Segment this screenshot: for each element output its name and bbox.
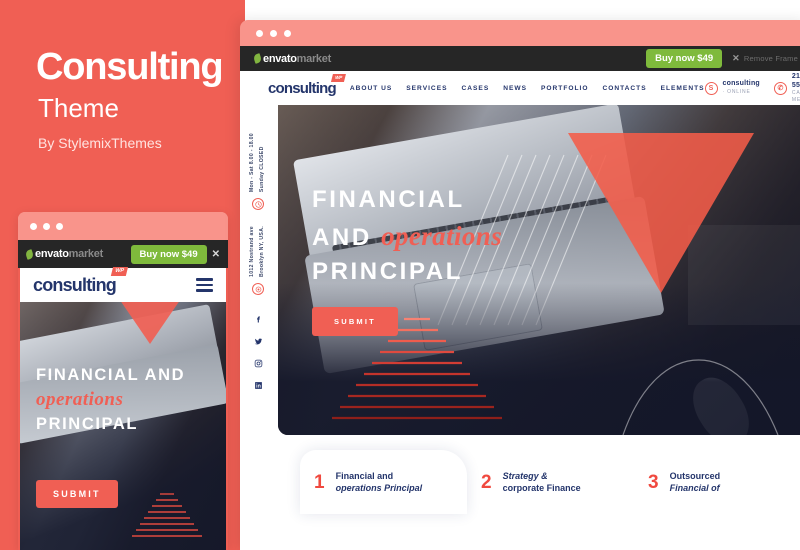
window-dot-icon	[284, 29, 291, 37]
business-hours: Mon - Sat 8.00 - 18.00 Sunday CLOSED	[249, 133, 265, 193]
menu-item-news[interactable]: NEWS	[503, 85, 527, 92]
envato-leaf-icon	[252, 53, 263, 64]
page-title: Consulting	[36, 46, 224, 88]
remove-frame-label: Remove Frame	[743, 54, 798, 63]
window-dot-icon	[43, 222, 50, 230]
card-line-2: operations Principal	[335, 483, 423, 493]
service-card[interactable]: 2 Strategy & corporate Finance	[467, 450, 634, 514]
hero-section: FINANCIAL AND operations PRINCIPAL SUBMI…	[278, 105, 800, 435]
clock-icon	[252, 198, 264, 211]
linkedin-icon[interactable]	[254, 381, 263, 390]
mobile-titlebar	[18, 212, 228, 240]
site-logo[interactable]: consulting WP	[268, 73, 346, 97]
hamburger-icon[interactable]	[196, 278, 213, 292]
hero-line-3: PRINCIPAL	[312, 258, 463, 286]
submit-button[interactable]: SUBMIT	[312, 307, 398, 336]
phone-caption: CALL OR MESSAGE	[791, 90, 800, 103]
site-logo[interactable]: consulting WP	[33, 267, 129, 295]
author-credit: By StylemixThemes	[38, 135, 162, 151]
envato-leaf-icon	[24, 248, 35, 260]
menu-item-about-us[interactable]: ABOUT US	[350, 85, 392, 92]
phone-number: 212 386 5575	[791, 72, 800, 89]
window-dot-icon	[30, 222, 37, 230]
service-card[interactable]: 1 Financial and operations Principal	[300, 450, 467, 514]
envato-logo-part1: envato	[35, 248, 69, 260]
hero-line-2-plain: AND	[312, 224, 382, 252]
main-menu: ABOUT US SERVICES CASES NEWS PORTFOLIO C…	[350, 85, 705, 92]
envato-logo-part2: market	[68, 248, 104, 260]
remove-frame-button[interactable]: ✕ Remove Frame	[732, 53, 798, 64]
mobile-preview-window: envato market Buy now $49 ✕ consulting W…	[18, 212, 228, 550]
vertical-info-sidebar: Mon - Sat 8.00 - 18.00 Sunday CLOSED 101…	[240, 105, 276, 405]
skype-handle: consulting	[722, 80, 760, 88]
coral-triangle-decoration	[568, 133, 754, 293]
hero-heading: FINANCIAL AND operations PRINCIPAL	[312, 183, 502, 289]
buy-now-button[interactable]: Buy now $49	[646, 49, 723, 68]
card-line-1: Financial and	[335, 470, 394, 481]
submit-button[interactable]: SUBMIT	[36, 480, 118, 508]
mobile-hero-heading: FINANCIAL AND operations PRINCIPAL	[36, 364, 185, 436]
office-address: 1012 Nostrand ave Brooklyn NY, USA.	[249, 226, 265, 278]
window-dot-icon	[56, 222, 63, 230]
menu-item-contacts[interactable]: CONTACTS	[602, 85, 646, 92]
white-arc-decoration	[622, 359, 779, 435]
hero-line-3: PRINCIPAL	[36, 414, 139, 433]
location-icon	[252, 283, 264, 296]
facebook-icon[interactable]	[254, 315, 263, 324]
red-stripe-decoration	[132, 493, 202, 537]
card-line-2: Financial of	[669, 483, 720, 493]
desktop-site-nav: consulting WP ABOUT US SERVICES CASES NE…	[240, 71, 800, 105]
coral-triangle-decoration	[98, 302, 202, 344]
hero-line-1: FINANCIAL	[312, 186, 465, 213]
card-number: 2	[481, 471, 492, 493]
mobile-envato-bar: envato market Buy now $49 ✕	[18, 240, 228, 268]
menu-item-cases[interactable]: CASES	[462, 85, 490, 92]
site-logo-badge: WP	[330, 73, 346, 81]
menu-item-portfolio[interactable]: PORTFOLIO	[541, 85, 588, 92]
mobile-site-nav: consulting WP	[18, 267, 228, 302]
header-contacts: S consulting · ONLINE ✆ 212 386 5575 CAL…	[704, 72, 800, 104]
card-line-2: corporate Finance	[502, 483, 581, 493]
instagram-icon[interactable]	[254, 359, 263, 368]
site-logo-badge: WP	[111, 267, 129, 276]
desktop-envato-bar: envato market Buy now $49 ✕ Remove Frame	[240, 46, 800, 71]
desktop-titlebar	[240, 20, 800, 46]
envato-market-logo: envato market	[24, 248, 104, 260]
menu-item-elements[interactable]: ELEMENTS	[661, 85, 705, 92]
hero-line-2-italic: operations	[381, 221, 503, 252]
whatsapp-contact[interactable]: ✆ 212 386 5575 CALL OR MESSAGE	[773, 72, 800, 104]
menu-item-services[interactable]: SERVICES	[406, 85, 447, 92]
envato-logo-part1: envato	[263, 52, 297, 65]
envato-logo-part2: market	[296, 52, 332, 65]
skype-contact[interactable]: S consulting · ONLINE	[704, 80, 760, 96]
card-line-1: Strategy &	[502, 470, 548, 481]
desktop-page-body: Mon - Sat 8.00 - 18.00 Sunday CLOSED 101…	[240, 105, 800, 550]
site-logo-text: consulting	[268, 79, 337, 97]
service-cards: 1 Financial and operations Principal 2 S…	[300, 450, 800, 514]
envato-market-logo: envato market	[252, 52, 332, 65]
close-icon[interactable]: ✕	[207, 249, 220, 260]
whatsapp-icon: ✆	[773, 81, 787, 95]
window-dot-icon	[270, 29, 277, 37]
hero-line-1: FINANCIAL AND	[36, 366, 186, 384]
site-logo-text: consulting	[33, 275, 117, 295]
buy-now-button[interactable]: Buy now $49	[130, 244, 207, 264]
skype-status: · ONLINE	[722, 89, 751, 96]
desktop-viewport: envato market Buy now $49 ✕ Remove Frame…	[240, 46, 800, 550]
hero-line-2: operations	[36, 388, 124, 410]
page-subtitle: Theme	[38, 93, 119, 123]
window-dot-icon	[256, 29, 263, 37]
mobile-hero-section: FINANCIAL AND operations PRINCIPAL SUBMI…	[18, 302, 228, 550]
desktop-preview-window: envato market Buy now $49 ✕ Remove Frame…	[240, 20, 800, 550]
service-card[interactable]: 3 Outsourced Financial of	[634, 450, 800, 514]
twitter-icon[interactable]	[254, 337, 263, 346]
card-number: 1	[314, 471, 325, 493]
close-icon: ✕	[732, 53, 740, 63]
social-links	[254, 315, 263, 390]
mobile-viewport: envato market Buy now $49 ✕ consulting W…	[18, 240, 228, 550]
card-line-1: Outsourced	[669, 470, 721, 481]
skype-icon: S	[704, 81, 718, 95]
card-number: 3	[648, 471, 659, 493]
